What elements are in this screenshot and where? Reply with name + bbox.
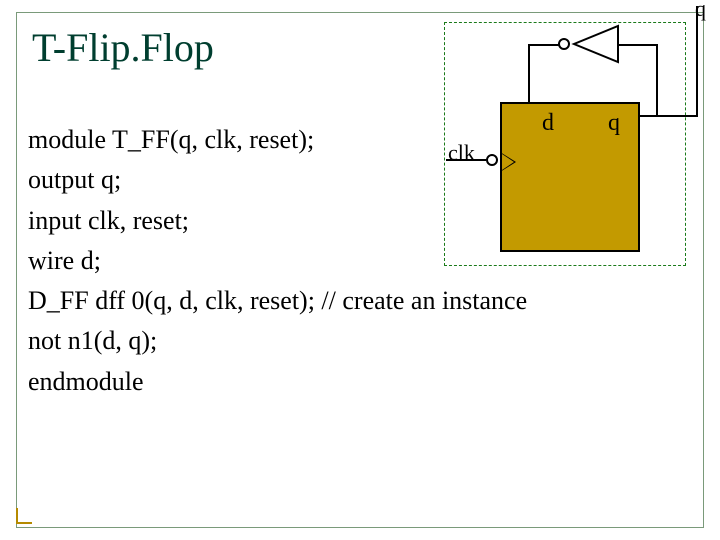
code-line: module T_FF(q, clk, reset); — [28, 125, 314, 154]
code-line: wire d; — [28, 246, 101, 275]
code-line: output q; — [28, 165, 121, 194]
label-q: q — [608, 110, 620, 137]
slide: q T-Flip.Flop module T_FF(q, clk, reset)… — [0, 0, 720, 540]
wire-q-out-v — [696, 6, 698, 117]
d-flip-flop-block: d q — [500, 102, 640, 252]
label-d: d — [542, 110, 554, 137]
label-clk: clk — [448, 140, 475, 166]
wire-q-out-h — [640, 115, 698, 117]
code-line: not n1(d, q); — [28, 326, 157, 355]
clk-edge-fill — [502, 154, 514, 170]
wire-feedback-v — [656, 44, 658, 117]
wire-d-v — [528, 44, 530, 104]
code-line: endmodule — [28, 367, 144, 396]
code-line: input clk, reset; — [28, 206, 189, 235]
wire-feedback-h — [616, 44, 658, 46]
code-line: D_FF dff 0(q, d, clk, reset); // create … — [28, 286, 527, 315]
corner-tick-icon — [16, 508, 32, 524]
clk-bubble-icon — [486, 154, 498, 166]
wire-d-h1 — [528, 44, 560, 46]
page-title: T-Flip.Flop — [32, 24, 214, 71]
